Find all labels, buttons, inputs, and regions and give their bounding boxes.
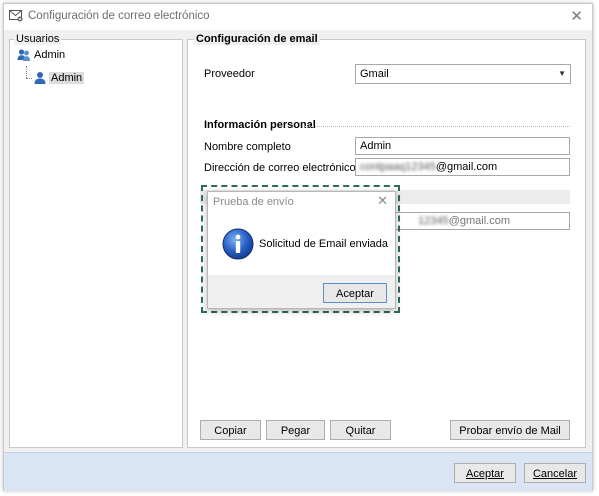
personal-info-section-title: Información personal	[204, 119, 316, 131]
user-icon	[34, 72, 46, 84]
info-icon	[222, 228, 254, 260]
dialog-accept-button[interactable]: Aceptar	[323, 283, 387, 303]
tree-node-admin-user-label: Admin	[49, 71, 85, 84]
test-send-dialog: Prueba de envío ✕ Solicitud de Email env…	[207, 191, 396, 309]
email-address-field[interactable]: contpaaq12345@gmail.com	[355, 158, 570, 176]
email-address-domain: @gmail.com	[435, 161, 498, 173]
email-config-group-label: Configuración de email	[194, 33, 320, 45]
dialog-message: Solicitud de Email enviada	[259, 238, 389, 250]
accept-button[interactable]: Aceptar	[454, 463, 516, 483]
close-window-button[interactable]: ✕	[570, 7, 583, 25]
full-name-value: Admin	[360, 140, 392, 152]
bottom-bar: Aceptar Cancelar	[4, 452, 592, 491]
tree-connector-h	[26, 78, 32, 79]
users-group-icon	[17, 49, 30, 61]
cancel-button[interactable]: Cancelar	[524, 463, 586, 483]
email-address-label: Dirección de correo electrónico	[204, 162, 356, 174]
section-divider	[305, 126, 570, 127]
provider-label: Proveedor	[204, 68, 255, 80]
provider-select[interactable]: Gmail ▼	[355, 64, 571, 84]
tree-node-admin-user[interactable]: Admin	[34, 71, 85, 84]
users-group-label: Usuarios	[14, 33, 62, 45]
tree-node-admin-root[interactable]: Admin	[17, 48, 65, 62]
dialog-title: Prueba de envío	[213, 196, 294, 208]
paste-button[interactable]: Pegar	[266, 420, 325, 440]
users-group: Usuarios Admin Admin	[9, 33, 183, 448]
dialog-highlight-frame: Prueba de envío ✕ Solicitud de Email env…	[201, 185, 400, 313]
dialog-close-button[interactable]: ✕	[377, 193, 388, 209]
provider-value: Gmail	[360, 68, 389, 80]
test-send-button[interactable]: Probar envío de Mail	[450, 420, 570, 440]
second-email-domain: @gmail.com	[448, 215, 510, 227]
envelope-gear-icon	[9, 10, 23, 22]
window-title: Configuración de correo electrónico	[28, 10, 210, 22]
tree-node-admin-root-label: Admin	[34, 49, 66, 61]
second-email-blurred: 12345	[418, 215, 449, 227]
full-name-field[interactable]: Admin	[355, 137, 570, 155]
email-address-blurred: contpaaq12345	[360, 161, 436, 173]
full-name-label: Nombre completo	[204, 141, 291, 153]
dialog-footer: Aceptar	[208, 275, 395, 308]
title-bar: Configuración de correo electrónico ✕	[4, 4, 592, 30]
copy-button[interactable]: Copiar	[200, 420, 261, 440]
chevron-down-icon: ▼	[558, 69, 566, 78]
dialog-body: Solicitud de Email enviada	[208, 212, 395, 272]
tree-connector	[26, 66, 27, 78]
remove-button[interactable]: Quitar	[330, 420, 391, 440]
